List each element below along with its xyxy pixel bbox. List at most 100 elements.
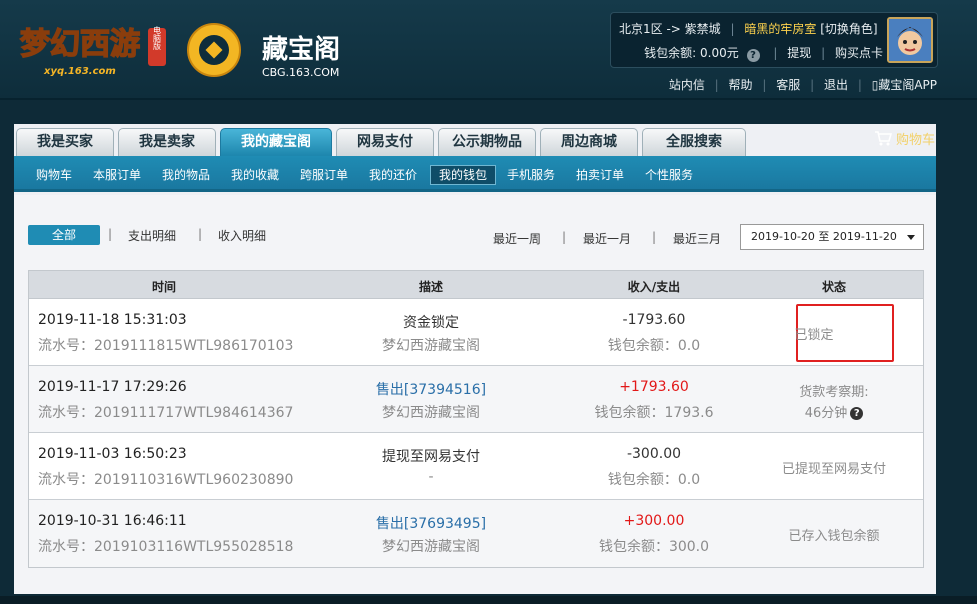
row-source: 梦幻西游藏宝阁 (382, 405, 480, 421)
row-order-link[interactable]: 售出[37394516] (331, 379, 531, 399)
role-name[interactable]: 暗黑的牢房室 (744, 22, 816, 36)
caret-down-icon (907, 235, 915, 240)
subtab-mobile-service[interactable]: 手机服务 (499, 165, 563, 185)
cbg-logo[interactable]: 藏宝阁 CBG.163.COM (182, 16, 362, 80)
tab-public-items[interactable]: 公示期物品 (438, 128, 536, 156)
help-icon[interactable]: ? (746, 49, 760, 62)
range-week-link[interactable]: 最近一周 (493, 230, 541, 247)
top-link-app[interactable]: ▯藏宝阁APP (872, 78, 937, 92)
help-icon[interactable]: ? (850, 407, 864, 420)
row-source: 梦幻西游藏宝阁 (382, 338, 480, 354)
tab-my-cbg[interactable]: 我的藏宝阁 (220, 128, 332, 156)
separator: | (821, 46, 826, 60)
row-amount: -1793.60 (622, 312, 686, 328)
top-links: 站内信 | 帮助 | 客服 | 退出 | ▯藏宝阁APP (669, 76, 937, 93)
row-serial: 流水号：2019110316WTL960230890 (38, 472, 294, 488)
row-source: 梦幻西游藏宝阁 (382, 539, 480, 555)
wallet-content: 全部 | 支出明细 | 收入明细 最近一周 | 最近一月 | 最近三月 2019… (14, 195, 936, 594)
separator: | (810, 78, 815, 92)
separator: | (762, 78, 767, 92)
date-range-select[interactable]: 2019-10-20 至 2019-11-20 (740, 224, 924, 250)
page-header: 梦幻西游 电脑版 xyq.163.com 藏宝阁 CBG.163.COM 北京1… (0, 0, 977, 100)
subtab-cross-server-orders[interactable]: 跨服订单 (292, 165, 356, 185)
top-link-messages[interactable]: 站内信 (669, 78, 705, 92)
svg-text:xyq.163.com: xyq.163.com (43, 66, 116, 77)
wallet-line: 钱包余额: 0.00元 ? | 提现 | 购买点卡 (644, 44, 883, 62)
subtab-server-orders[interactable]: 本服订单 (85, 165, 149, 185)
buy-card-link[interactable]: 购买点卡 (835, 46, 883, 60)
row-serial: 流水号：2019111717WTL984614367 (38, 405, 294, 421)
separator: | (857, 78, 862, 92)
header-description: 描述 (418, 280, 443, 294)
wallet-label: 钱包余额: (644, 46, 697, 60)
filter-expense-link[interactable]: 支出明细 (128, 227, 176, 244)
filter-income-link[interactable]: 收入明细 (218, 227, 266, 244)
date-range-value: 2019-10-20 至 2019-11-20 (751, 230, 897, 243)
avatar[interactable] (887, 17, 933, 63)
subtab-auction-orders[interactable]: 拍卖订单 (568, 165, 632, 185)
filter-all-button[interactable]: 全部 (28, 225, 100, 245)
cart-link[interactable]: 购物车 (874, 129, 935, 148)
switch-role-link[interactable]: [切换角色] (820, 22, 877, 36)
cart-label: 购物车 (895, 133, 935, 148)
svg-text:藏宝阁: 藏宝阁 (262, 34, 340, 65)
row-status: 已存入钱包余额 (788, 529, 880, 544)
cart-icon (874, 131, 896, 148)
row-status: 已锁定 (794, 328, 834, 343)
header-time: 时间 (151, 280, 176, 294)
subtab-cart[interactable]: 购物车 (28, 165, 80, 185)
account-box: 北京1区 -> 紫禁城 | 暗黑的牢房室 [切换角色] 钱包余额: 0.00元 … (610, 12, 938, 68)
subtab-my-items[interactable]: 我的物品 (154, 165, 218, 185)
range-month-link[interactable]: 最近一月 (583, 230, 631, 247)
row-source: - (428, 469, 434, 485)
account-role-line: 北京1区 -> 紫禁城 | 暗黑的牢房室 [切换角色] (619, 20, 885, 37)
top-link-logout[interactable]: 退出 (824, 78, 848, 92)
withdraw-link[interactable]: 提现 (787, 46, 811, 60)
row-status-time: 46分钟 (804, 406, 848, 421)
subtab-personal-service[interactable]: 个性服务 (637, 165, 701, 185)
tab-netease-pay[interactable]: 网易支付 (336, 128, 434, 156)
tab-global-search[interactable]: 全服搜索 (642, 128, 746, 156)
row-time: 2019-11-17 17:29:26 (38, 379, 187, 395)
separator: | (652, 230, 657, 244)
row-serial: 流水号：2019103116WTL955028518 (38, 539, 294, 555)
footer-strip (0, 596, 977, 604)
tab-buyer[interactable]: 我是买家 (16, 128, 114, 156)
row-status: 货款考察期: (799, 385, 869, 400)
separator: | (773, 46, 778, 60)
row-balance: 钱包余额：0.0 (607, 338, 701, 354)
table-row: 2019-10-31 16:46:11 流水号：2019103116WTL955… (29, 500, 923, 567)
row-order-link[interactable]: 售出[37693495] (331, 513, 531, 533)
row-status: 已提现至网易支付 (781, 462, 886, 477)
svg-text:CBG.163.COM: CBG.163.COM (262, 66, 339, 79)
svg-text:电脑版: 电脑版 (153, 25, 162, 51)
separator: | (714, 78, 719, 92)
row-amount: -300.00 (626, 446, 682, 462)
subtab-my-bargains[interactable]: 我的还价 (361, 165, 425, 185)
row-balance: 钱包余额：0.0 (607, 472, 701, 488)
row-time: 2019-11-03 16:50:23 (38, 446, 187, 462)
tab-mall[interactable]: 周边商城 (540, 128, 638, 156)
game-logo[interactable]: 梦幻西游 电脑版 xyq.163.com (18, 14, 170, 80)
top-link-service[interactable]: 客服 (776, 78, 800, 92)
subtab-favorites[interactable]: 我的收藏 (223, 165, 287, 185)
table-row: 2019-11-03 16:50:23 流水号：2019110316WTL960… (29, 433, 923, 500)
subtab-my-wallet[interactable]: 我的钱包 (430, 165, 497, 185)
header-amount: 收入/支出 (627, 280, 681, 294)
top-link-help[interactable]: 帮助 (729, 78, 753, 92)
table-row: 2019-11-18 15:31:03 流水号：2019111815WTL986… (29, 299, 923, 366)
range-quarter-link[interactable]: 最近三月 (673, 230, 721, 247)
row-description: 提现至网易支付 (382, 449, 480, 465)
row-balance: 钱包余额：1793.6 (594, 405, 714, 421)
row-amount: +1793.60 (619, 379, 689, 395)
separator: | (562, 230, 567, 244)
table-header: 时间 描述 收入/支出 状态 (29, 271, 923, 299)
row-time: 2019-11-18 15:31:03 (38, 312, 187, 328)
header-status: 状态 (821, 280, 846, 294)
separator: | (730, 22, 735, 36)
separator: | (198, 227, 203, 241)
row-amount: +300.00 (623, 513, 685, 529)
tab-seller[interactable]: 我是卖家 (118, 128, 216, 156)
top-link-app-label: 藏宝阁APP (878, 78, 937, 92)
server-name: 北京1区 -> 紫禁城 (619, 22, 721, 36)
